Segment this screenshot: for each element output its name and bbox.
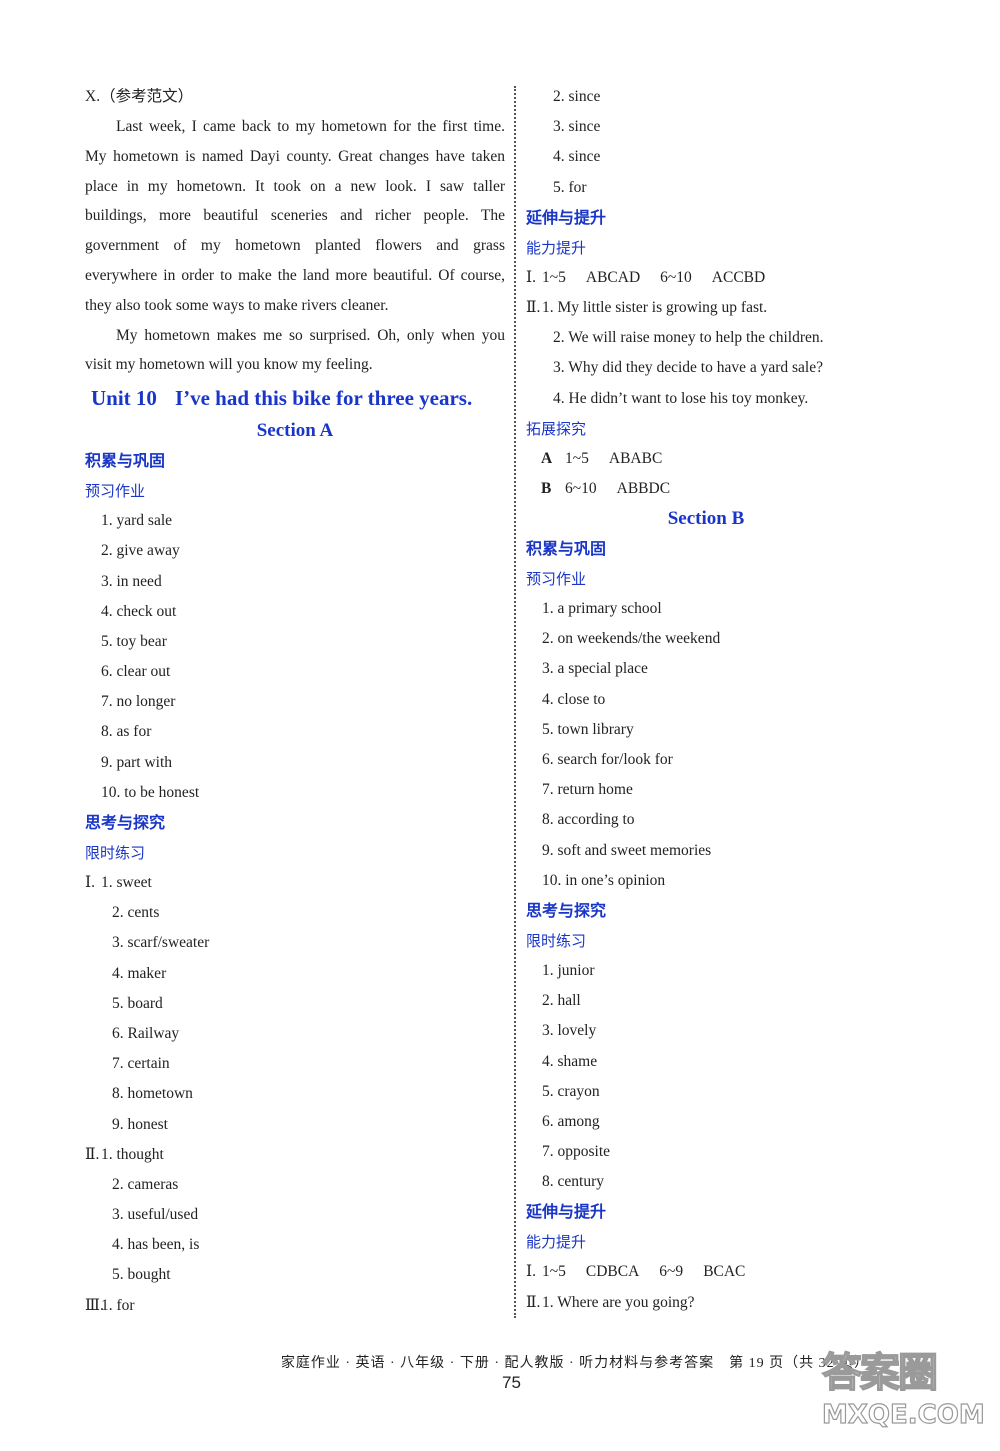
section-b-title: Section B [667,508,745,530]
unit-name: I’ve had this bike for three years. [174,386,473,411]
answer-row: B 6~10 ABBDC [541,479,671,497]
essay-paragraph-1: Last week, I came back to my hometown fo… [85,118,505,314]
list-item: 6. among [542,1112,600,1130]
list-item: 2. cents [112,904,160,922]
list-item: 8. as for [101,723,152,741]
list-item: 9. honest [112,1115,168,1133]
list-item: 1. junior [542,961,595,979]
list-item: Ⅱ. 1. thought [85,1140,505,1170]
list-item: 3. a special place [542,660,648,678]
list-item: 8. according to [542,811,635,829]
answer-row: A 1~5 ABABC [541,449,663,467]
watermark-logo: 答案圈 MXQE.COM [821,1348,992,1448]
roman-numeral: Ⅱ. [85,1145,100,1163]
heading-ability: 能力提升 [526,238,587,257]
preview-list: 1. yard sale 2. give away 3. in need 4. … [85,506,505,808]
list-item: 9. soft and sweet memories [542,841,712,859]
list-item: 2. cameras [112,1175,179,1193]
list-item: 4. close to [542,690,606,708]
list-item: 4. maker [112,964,167,982]
list-item: 4. shame [542,1052,598,1070]
list-item: 3. Why did they decide to have a yard sa… [553,359,824,377]
list-item: 1. a primary school [542,600,662,618]
list-item: 3. since [553,118,601,136]
heading-preview: 预习作业 [526,570,587,589]
heading-timed: 限时练习 [526,931,587,950]
list-item: 7. return home [542,781,633,799]
list-item: 4. has been, is [112,1236,200,1254]
list-item: 2. since [553,88,601,105]
list-item: 4. check out [101,602,177,620]
list-item: Ⅰ. 1. sweet [85,868,505,898]
list-item: 7. certain [112,1055,170,1073]
footer-text: 家庭作业 · 英语 · 八年级 · 下册 · 配人教版 · 听力材料与参考答案 … [280,1356,870,1371]
list-item: 6. search for/look for [542,751,673,768]
list-item: 3. useful/used [112,1206,199,1224]
list-item: 1. yard sale [101,512,173,530]
list-item: 2. We will raise money to help the child… [553,329,824,347]
list-item: 4. since [553,148,601,166]
list-item: 5. bought [112,1266,171,1284]
heading-extend: 延伸与提升 [526,207,607,227]
list-item: Ⅱ. 1. Where are you going? [526,1293,695,1311]
list-item: 10. to be honest [101,783,200,801]
list-item: 3. lovely [542,1022,597,1040]
roman-numeral: Ⅲ. [85,1296,104,1314]
list-item: 5. board [112,994,163,1012]
list-item: 7. opposite [542,1143,611,1161]
list-item: 8. hometown [112,1085,193,1103]
list-item: 6. clear out [101,663,171,681]
list-item: 2. hall [542,992,581,1010]
list-item: 8. century [542,1173,604,1191]
list-item: 9. part with [101,753,173,771]
heading-think: 思考与探究 [526,900,607,920]
list-item: 5. crayon [542,1082,600,1100]
right-column: 2. since 3. since 4. since 5. for 延伸与提升 … [526,82,886,1318]
list-item: 3. in need [101,572,162,590]
list-item: Ⅱ. 1. My little sister is growing up fast… [526,298,768,316]
heading-think: 思考与探究 [85,813,166,833]
list-item: 5. town library [542,720,634,738]
unit-number: Unit 10 [91,386,157,411]
roman-numeral: Ⅰ. [85,874,95,892]
left-column: X.（参考范文） Last week, I came back to my ho… [85,82,505,1321]
list-item: 2. give away [101,542,180,560]
page-number: 75 [502,1373,521,1392]
list-item: 6. Railway [112,1024,180,1042]
essay-label: X.（参考范文） [85,88,194,105]
heading-accumulate: 积累与巩固 [526,539,607,559]
heading-preview: 预习作业 [85,482,146,501]
essay-paragraph-2: My hometown makes me so surprised. Oh, o… [85,326,505,374]
list-item: 5. toy bear [101,632,167,650]
list-item: 3. scarf/sweater [112,934,210,952]
watermark-cn: 答案圈 [821,1349,939,1397]
list-item: 10. in one’s opinion [542,871,666,889]
heading-ability: 能力提升 [526,1233,587,1252]
list-item: 7. no longer [101,693,176,711]
answer-row: Ⅰ. 1~5 ABCAD 6~10 ACCBD [526,268,766,286]
heading-timed: 限时练习 [85,844,146,863]
heading-accumulate: 积累与巩固 [85,451,166,471]
heading-extend: 延伸与提升 [526,1202,607,1222]
list-item: 4. He didn’t want to lose his toy monkey… [553,389,809,407]
list-item: 2. on weekends/the weekend [542,630,721,648]
section-a-title: Section A [256,420,334,442]
unit-title: Unit 10 I’ve had this bike for three year… [85,380,505,416]
answer-row: Ⅰ. 1~5 CDBCA 6~9 BCAC [526,1263,746,1281]
list-item: Ⅲ.1. for [85,1291,505,1321]
list-item: 5. for [553,178,587,196]
watermark-en: MXQE.COM [821,1399,985,1430]
heading-explore: 拓展探究 [526,419,587,438]
column-divider [514,86,516,1318]
